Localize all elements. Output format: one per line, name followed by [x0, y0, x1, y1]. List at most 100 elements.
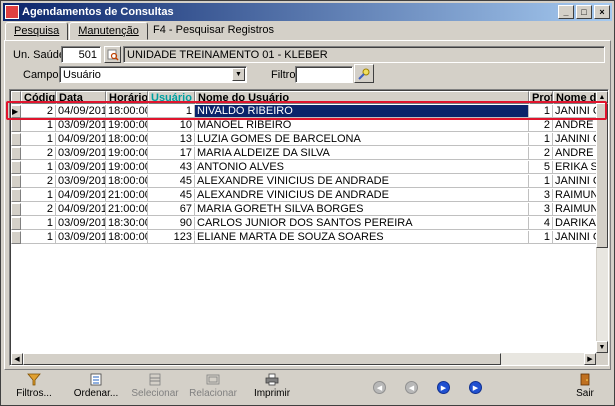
magnifier-icon: [107, 49, 119, 61]
row-indicator: [11, 119, 21, 132]
arrow-down-icon: ▼: [598, 343, 606, 351]
nav-next-button[interactable]: ▶: [437, 381, 450, 394]
horizontal-scrollbar[interactable]: ◀ ▶: [11, 353, 596, 365]
arrow-up-icon: ▲: [598, 93, 606, 101]
un-saude-name-field: UNIDADE TREINAMENTO 01 - KLEBER: [123, 46, 605, 63]
cell-nome-prof: ANDRE ME: [553, 119, 596, 132]
table-row[interactable]: 1 03/09/2012 19:00:00 43 ANTONIO ALVES 5…: [11, 161, 596, 174]
title-bar[interactable]: Agendamentos de Consultas _ □ ×: [3, 3, 612, 21]
cell-horario: 18:00:00: [106, 175, 148, 188]
cell-usuario: 1: [148, 105, 195, 118]
nav-last-icon: ▶: [472, 384, 479, 392]
col-nome-usuario[interactable]: Nome do Usuário: [195, 91, 529, 104]
header-indicator: [11, 91, 21, 104]
select-grid-icon: [149, 373, 161, 386]
row-indicator: [11, 231, 21, 244]
cell-horario: 21:00:00: [106, 203, 148, 216]
scroll-right-button[interactable]: ▶: [584, 353, 596, 365]
close-button[interactable]: ×: [594, 5, 610, 19]
col-usuario[interactable]: Usuário: [148, 91, 195, 104]
cell-horario: 19:00:00: [106, 119, 148, 132]
filtros-button[interactable]: Filtros...: [16, 373, 52, 403]
cell-horario: 18:00:00: [106, 133, 148, 146]
col-prof[interactable]: Prof.: [529, 91, 553, 104]
cell-prof: 2: [529, 119, 553, 132]
campos-select[interactable]: Usuário: [59, 66, 247, 83]
cell-nome-prof: JANINI GIN: [553, 133, 596, 146]
table-row[interactable]: 1 03/09/2012 18:00:00 123 ELIANE MARTA D…: [11, 231, 596, 244]
cell-nome-usuario: LUZIA GOMES DE BARCELONA: [195, 133, 529, 146]
arrow-right-icon: ▶: [587, 356, 593, 363]
cell-nome-prof: DARIKA RI: [553, 217, 596, 230]
tab-manutencao[interactable]: Manutenção: [69, 22, 148, 40]
col-codigo[interactable]: Código: [21, 91, 56, 104]
un-saude-search-button[interactable]: [104, 46, 121, 63]
funnel-icon: [27, 373, 41, 386]
sair-button[interactable]: Sair: [570, 373, 600, 403]
horizontal-scroll-thumb[interactable]: [23, 353, 501, 365]
nav-prev-button[interactable]: ◀: [405, 381, 418, 394]
cell-codigo: 1: [21, 189, 56, 202]
cell-prof: 2: [529, 147, 553, 160]
selecionar-button[interactable]: Selecionar: [131, 373, 179, 403]
table-row[interactable]: 1 04/09/2012 18:00:00 13 LUZIA GOMES DE …: [11, 133, 596, 146]
row-indicator: [11, 133, 21, 146]
cell-data: 04/09/2012: [56, 189, 106, 202]
cell-horario: 18:30:00: [106, 217, 148, 230]
table-row[interactable]: 2 03/09/2012 18:00:00 45 ALEXANDRE VINIC…: [11, 175, 596, 188]
col-horario[interactable]: Horário: [106, 91, 148, 104]
cell-nome-usuario: ALEXANDRE VINICIUS DE ANDRADE: [195, 189, 529, 202]
cell-data: 03/09/2012: [56, 147, 106, 160]
grid-header: Código Data Horário Usuário Nome do Usuá…: [11, 91, 596, 104]
relacionar-button[interactable]: Relacionar: [189, 373, 237, 403]
tab-pesquisa[interactable]: Pesquisa: [5, 22, 69, 41]
table-row[interactable]: 1 04/09/2012 21:00:00 45 ALEXANDRE VINIC…: [11, 189, 596, 202]
table-row[interactable]: 1 03/09/2012 18:30:00 90 CARLOS JUNIOR D…: [11, 217, 596, 230]
un-saude-code-field[interactable]: 501: [61, 46, 101, 63]
vertical-scrollbar[interactable]: ▲ ▼: [596, 91, 608, 353]
filtro-search-button[interactable]: [354, 64, 374, 83]
table-row[interactable]: 2 04/09/2012 21:00:00 67 MARIA GORETH SI…: [11, 203, 596, 216]
grid-body: Código Data Horário Usuário Nome do Usuá…: [11, 91, 596, 353]
cell-codigo: 2: [21, 147, 56, 160]
ordenar-button[interactable]: Ordenar...: [74, 373, 118, 403]
maximize-button[interactable]: □: [576, 5, 592, 19]
scroll-left-button[interactable]: ◀: [11, 353, 23, 365]
f4-hint: F4 - Pesquisar Registros: [153, 24, 275, 36]
cell-data: 03/09/2012: [56, 175, 106, 188]
nav-first-button[interactable]: ◀: [373, 381, 386, 394]
printer-icon: [265, 373, 279, 386]
filtro-input[interactable]: [295, 66, 353, 83]
cell-data: 04/09/2012: [56, 203, 106, 216]
cell-nome-usuario: MANOEL RIBEIRO: [195, 119, 529, 132]
table-row[interactable]: 2 03/09/2012 19:00:00 17 MARIA ALDEIZE D…: [11, 147, 596, 160]
imprimir-button[interactable]: Imprimir: [254, 373, 290, 403]
col-data[interactable]: Data: [56, 91, 106, 104]
cell-horario: 19:00:00: [106, 161, 148, 174]
sort-icon: [90, 373, 102, 386]
tab-strip: Pesquisa Manutenção: [5, 22, 149, 41]
results-grid: Código Data Horário Usuário Nome do Usuá…: [9, 89, 609, 366]
vertical-scroll-thumb[interactable]: [596, 103, 608, 248]
cell-data: 04/09/2012: [56, 133, 106, 146]
cell-prof: 1: [529, 175, 553, 188]
cell-prof: 5: [529, 161, 553, 174]
cell-usuario: 67: [148, 203, 195, 216]
cell-usuario: 45: [148, 189, 195, 202]
cell-nome-usuario: MARIA ALDEIZE DA SILVA: [195, 147, 529, 160]
campos-dropdown-button[interactable]: ▼: [232, 68, 245, 81]
scroll-up-button[interactable]: ▲: [596, 91, 608, 103]
minimize-button[interactable]: _: [558, 5, 574, 19]
cell-usuario: 10: [148, 119, 195, 132]
scroll-down-button[interactable]: ▼: [596, 341, 608, 353]
col-nome-prof[interactable]: Nome do: [553, 91, 596, 104]
cell-nome-usuario: CARLOS JUNIOR DOS SANTOS PEREIRA: [195, 217, 529, 230]
table-row[interactable]: 1 03/09/2012 19:00:00 10 MANOEL RIBEIRO …: [11, 119, 596, 132]
cell-usuario: 13: [148, 133, 195, 146]
cell-codigo: 1: [21, 119, 56, 132]
cell-nome-usuario: ANTONIO ALVES: [195, 161, 529, 174]
table-row[interactable]: ▶ 2 04/09/2012 18:00:00 1 NIVALDO RIBEIR…: [11, 105, 596, 118]
nav-prev-icon: ◀: [408, 384, 415, 392]
nav-last-button[interactable]: ▶: [469, 381, 482, 394]
cell-nome-prof: RAIMUNDI: [553, 203, 596, 216]
